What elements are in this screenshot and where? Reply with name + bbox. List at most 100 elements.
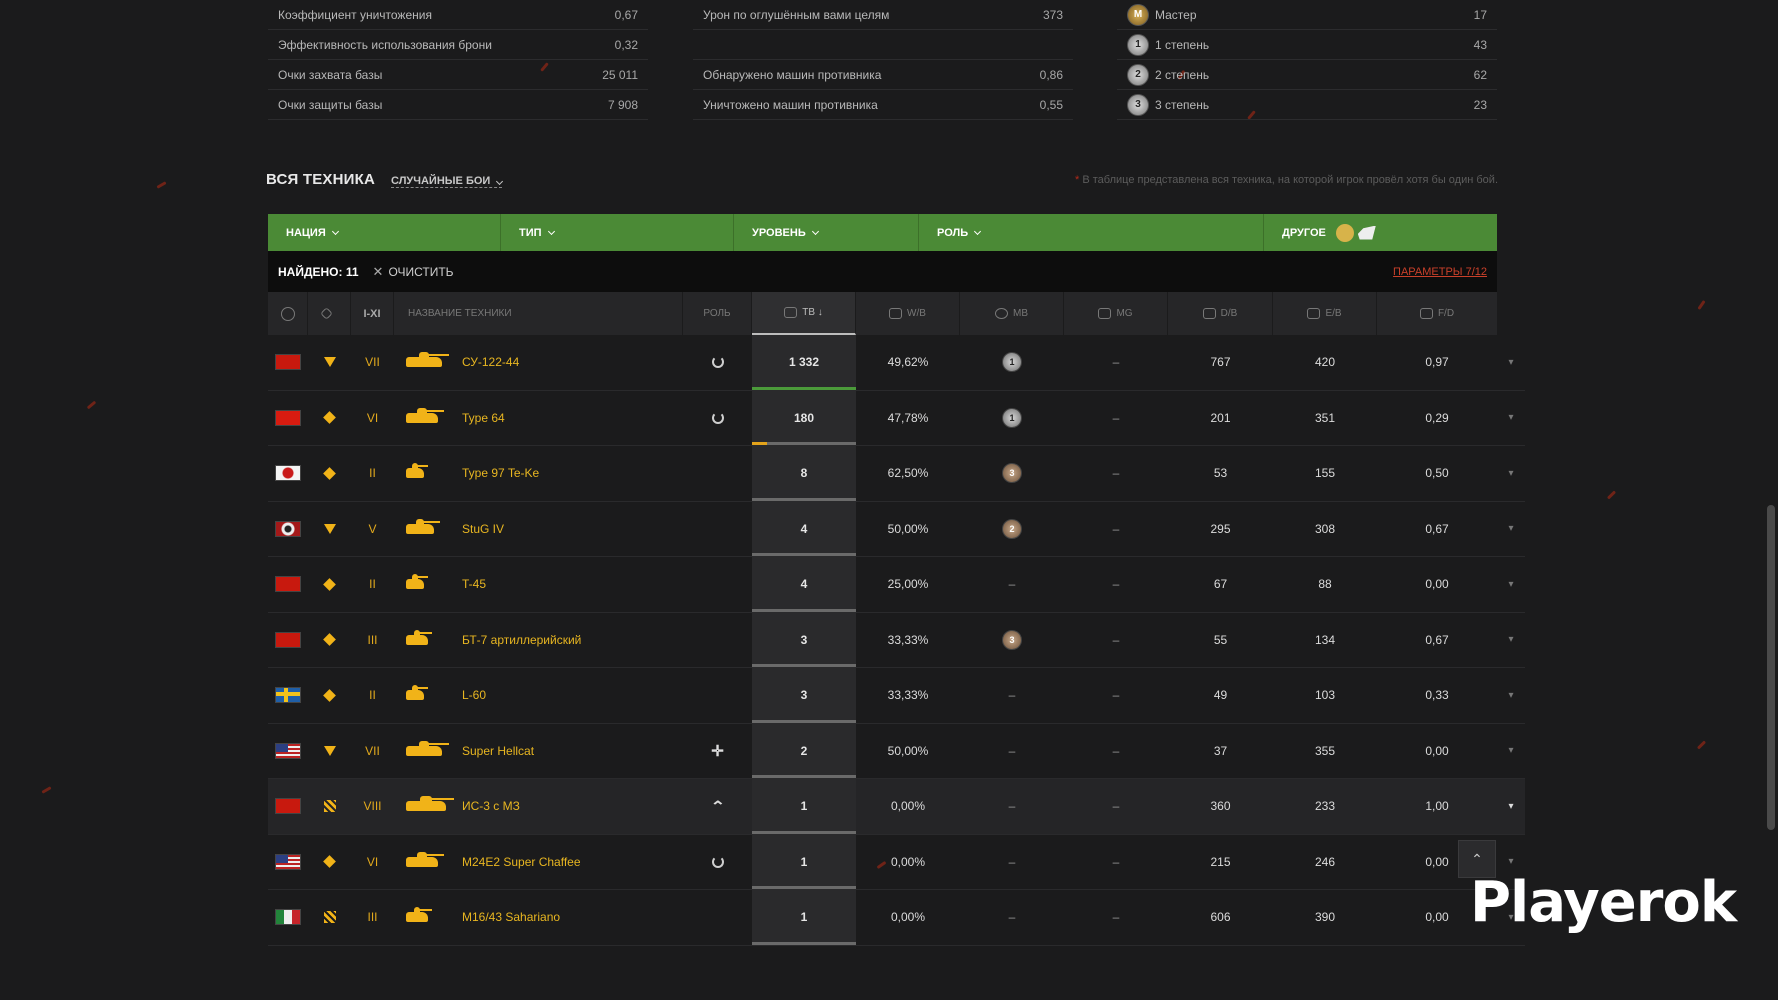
vehicle-name[interactable]: Super Hellcat <box>462 744 534 758</box>
battles-progress-bar <box>752 386 856 390</box>
table-row[interactable]: III M16/43 Sahariano 1 0,00% – – 606 390… <box>268 890 1525 946</box>
damage-cell: 215 <box>1210 854 1231 869</box>
table-row[interactable]: II Type 97 Te-Ke 8 62,50% 3 – 53 155 0,5… <box>268 446 1525 502</box>
column-role[interactable]: РОЛЬ <box>683 292 752 335</box>
clear-label: ОЧИСТИТЬ <box>388 264 454 279</box>
winrate-cell: 0,00% <box>890 854 926 869</box>
table-row[interactable]: II L-60 3 33,33% – – 49 103 0,33 ▾ <box>268 668 1525 724</box>
scrollbar-thumb[interactable] <box>1767 505 1775 830</box>
table-row[interactable]: V StuG IV 4 50,00% 2 – 295 308 0,67 ▾ <box>268 501 1525 557</box>
filter-type[interactable]: ТИП <box>501 214 734 251</box>
column-battles[interactable]: ТВ ↓ <box>752 292 856 335</box>
table-row[interactable]: VII СУ-122-44 1 332 49,62% 1 – 767 420 0… <box>268 335 1525 391</box>
battle-type-dropdown[interactable]: СЛУЧАЙНЫЕ БОИ <box>391 175 504 188</box>
marks-cell: – <box>1112 910 1120 925</box>
mastery-icon <box>995 308 1008 319</box>
vehicle-name[interactable]: L-60 <box>462 688 486 702</box>
stat-value: 0,32 <box>614 37 638 52</box>
column-mastery[interactable]: MB <box>960 292 1064 335</box>
table-row[interactable]: III БТ-7 артиллерийский 3 33,33% 3 – 55 … <box>268 612 1525 668</box>
expand-row-button[interactable]: ▾ <box>1497 502 1525 557</box>
expand-row-button[interactable]: ▾ <box>1497 613 1525 668</box>
column-tier[interactable]: I-XI <box>351 292 394 335</box>
column-type[interactable] <box>308 292 351 335</box>
vehicle-name[interactable]: СУ-122-44 <box>462 355 519 369</box>
column-nation[interactable] <box>268 292 308 335</box>
expand-row-button[interactable]: ▾ <box>1497 724 1525 779</box>
filter-tier[interactable]: УРОВЕНЬ <box>734 214 919 251</box>
vehicle-name[interactable]: M24E2 Super Chaffee <box>462 855 581 869</box>
battles-cell: 3 <box>752 612 856 667</box>
damage-cell: 201 <box>1210 410 1231 425</box>
expand-row-button[interactable]: ▾ <box>1497 668 1525 723</box>
vehicle-name[interactable]: ИС-3 с МЗ <box>462 799 520 813</box>
expand-row-button[interactable]: ▾ <box>1497 391 1525 446</box>
chevron-down-icon: ▾ <box>1508 412 1514 424</box>
vehicle-type-icon <box>323 523 336 534</box>
filter-other[interactable]: ДРУГОЕ <box>1264 214 1497 251</box>
parameters-link[interactable]: ПАРАМЕТРЫ 7/12 <box>1393 266 1487 278</box>
winrate-cell: 50,00% <box>887 743 929 758</box>
column-name[interactable]: НАЗВАНИЕ ТЕХНИКИ <box>394 292 683 335</box>
page-scrollbar[interactable] <box>1764 0 1778 1000</box>
column-exp[interactable]: E/B <box>1273 292 1377 335</box>
column-label: НАЗВАНИЕ ТЕХНИКИ <box>408 308 512 319</box>
expand-row-button[interactable]: ▾ <box>1497 446 1525 501</box>
column-marks[interactable]: MG <box>1064 292 1168 335</box>
table-row[interactable]: VII Super Hellcat ✛ 2 50,00% – – 37 355 … <box>268 723 1525 779</box>
vehicle-type-icon <box>323 688 336 702</box>
filter-role[interactable]: РОЛЬ <box>919 214 1264 251</box>
role-cell <box>683 446 752 501</box>
mastery-cell: 1 <box>960 335 1064 390</box>
tier-cell: II <box>369 577 376 592</box>
frags-cell: 1,00 <box>1425 799 1449 814</box>
table-row[interactable]: VIII ИС-3 с МЗ ⌃ 1 0,00% – – 360 233 1,0… <box>268 779 1525 835</box>
germany-flag-icon <box>275 520 301 537</box>
vehicle-name[interactable]: StuG IV <box>462 522 504 536</box>
tank-silhouette-icon <box>406 629 433 645</box>
experience-cell: 103 <box>1314 688 1336 703</box>
battle-type-label: СЛУЧАЙНЫЕ БОИ <box>391 175 491 187</box>
tier-cell: V <box>368 521 377 536</box>
column-frags[interactable]: F/D <box>1377 292 1497 335</box>
winrate-cell: 49,62% <box>887 355 929 370</box>
nation-cell <box>268 446 308 501</box>
column-label: W/B <box>907 308 926 319</box>
vehicle-name[interactable]: T-45 <box>462 577 486 591</box>
filter-nation[interactable]: НАЦИЯ <box>268 214 501 251</box>
column-wins[interactable]: W/B <box>856 292 960 335</box>
battles-progress-fill <box>752 386 856 390</box>
vehicle-type-icon <box>323 466 336 480</box>
column-damage[interactable]: D/B <box>1168 292 1273 335</box>
column-label: F/D <box>1437 308 1455 319</box>
name-cell: СУ-122-44 <box>394 335 683 390</box>
stat-value: 25 011 <box>602 67 638 82</box>
table-row[interactable]: VI M24E2 Super Chaffee 1 0,00% – – 215 2… <box>268 834 1525 890</box>
expand-row-button[interactable]: ▾ <box>1497 779 1525 834</box>
role-cell <box>683 668 752 723</box>
vehicle-name[interactable]: Type 64 <box>462 411 505 425</box>
vehicle-name[interactable]: M16/43 Sahariano <box>462 910 560 924</box>
nation-cell <box>268 779 308 834</box>
expand-row-button[interactable]: ▾ <box>1497 335 1525 390</box>
chevron-down-icon <box>496 177 504 186</box>
battles-value: 180 <box>793 410 815 425</box>
table-row[interactable]: II T-45 4 25,00% – – 67 88 0,00 ▾ <box>268 557 1525 613</box>
type-cell <box>308 446 351 501</box>
vehicle-name[interactable]: БТ-7 артиллерийский <box>462 633 581 647</box>
chevron-down-icon: ▾ <box>1508 467 1514 479</box>
vehicle-name[interactable]: Type 97 Te-Ke <box>462 466 539 480</box>
china-flag-icon <box>275 409 301 426</box>
clear-filters-button[interactable]: ✕ ОЧИСТИТЬ <box>373 264 454 280</box>
stat-value: 62 <box>1473 67 1487 82</box>
name-cell: Super Hellcat <box>394 724 683 779</box>
expand-row-button[interactable]: ▾ <box>1497 557 1525 612</box>
column-label: MB <box>1013 308 1028 319</box>
experience-cell: 246 <box>1314 854 1336 869</box>
frags-cell: 0,97 <box>1425 355 1449 370</box>
nation-cell <box>268 668 308 723</box>
type-cell <box>308 502 351 557</box>
tank-silhouette-icon <box>406 407 445 423</box>
table-row[interactable]: VI Type 64 180 47,78% 1 – 201 351 0,29 ▾ <box>268 390 1525 446</box>
stat-label: 1 степень <box>1155 37 1210 52</box>
